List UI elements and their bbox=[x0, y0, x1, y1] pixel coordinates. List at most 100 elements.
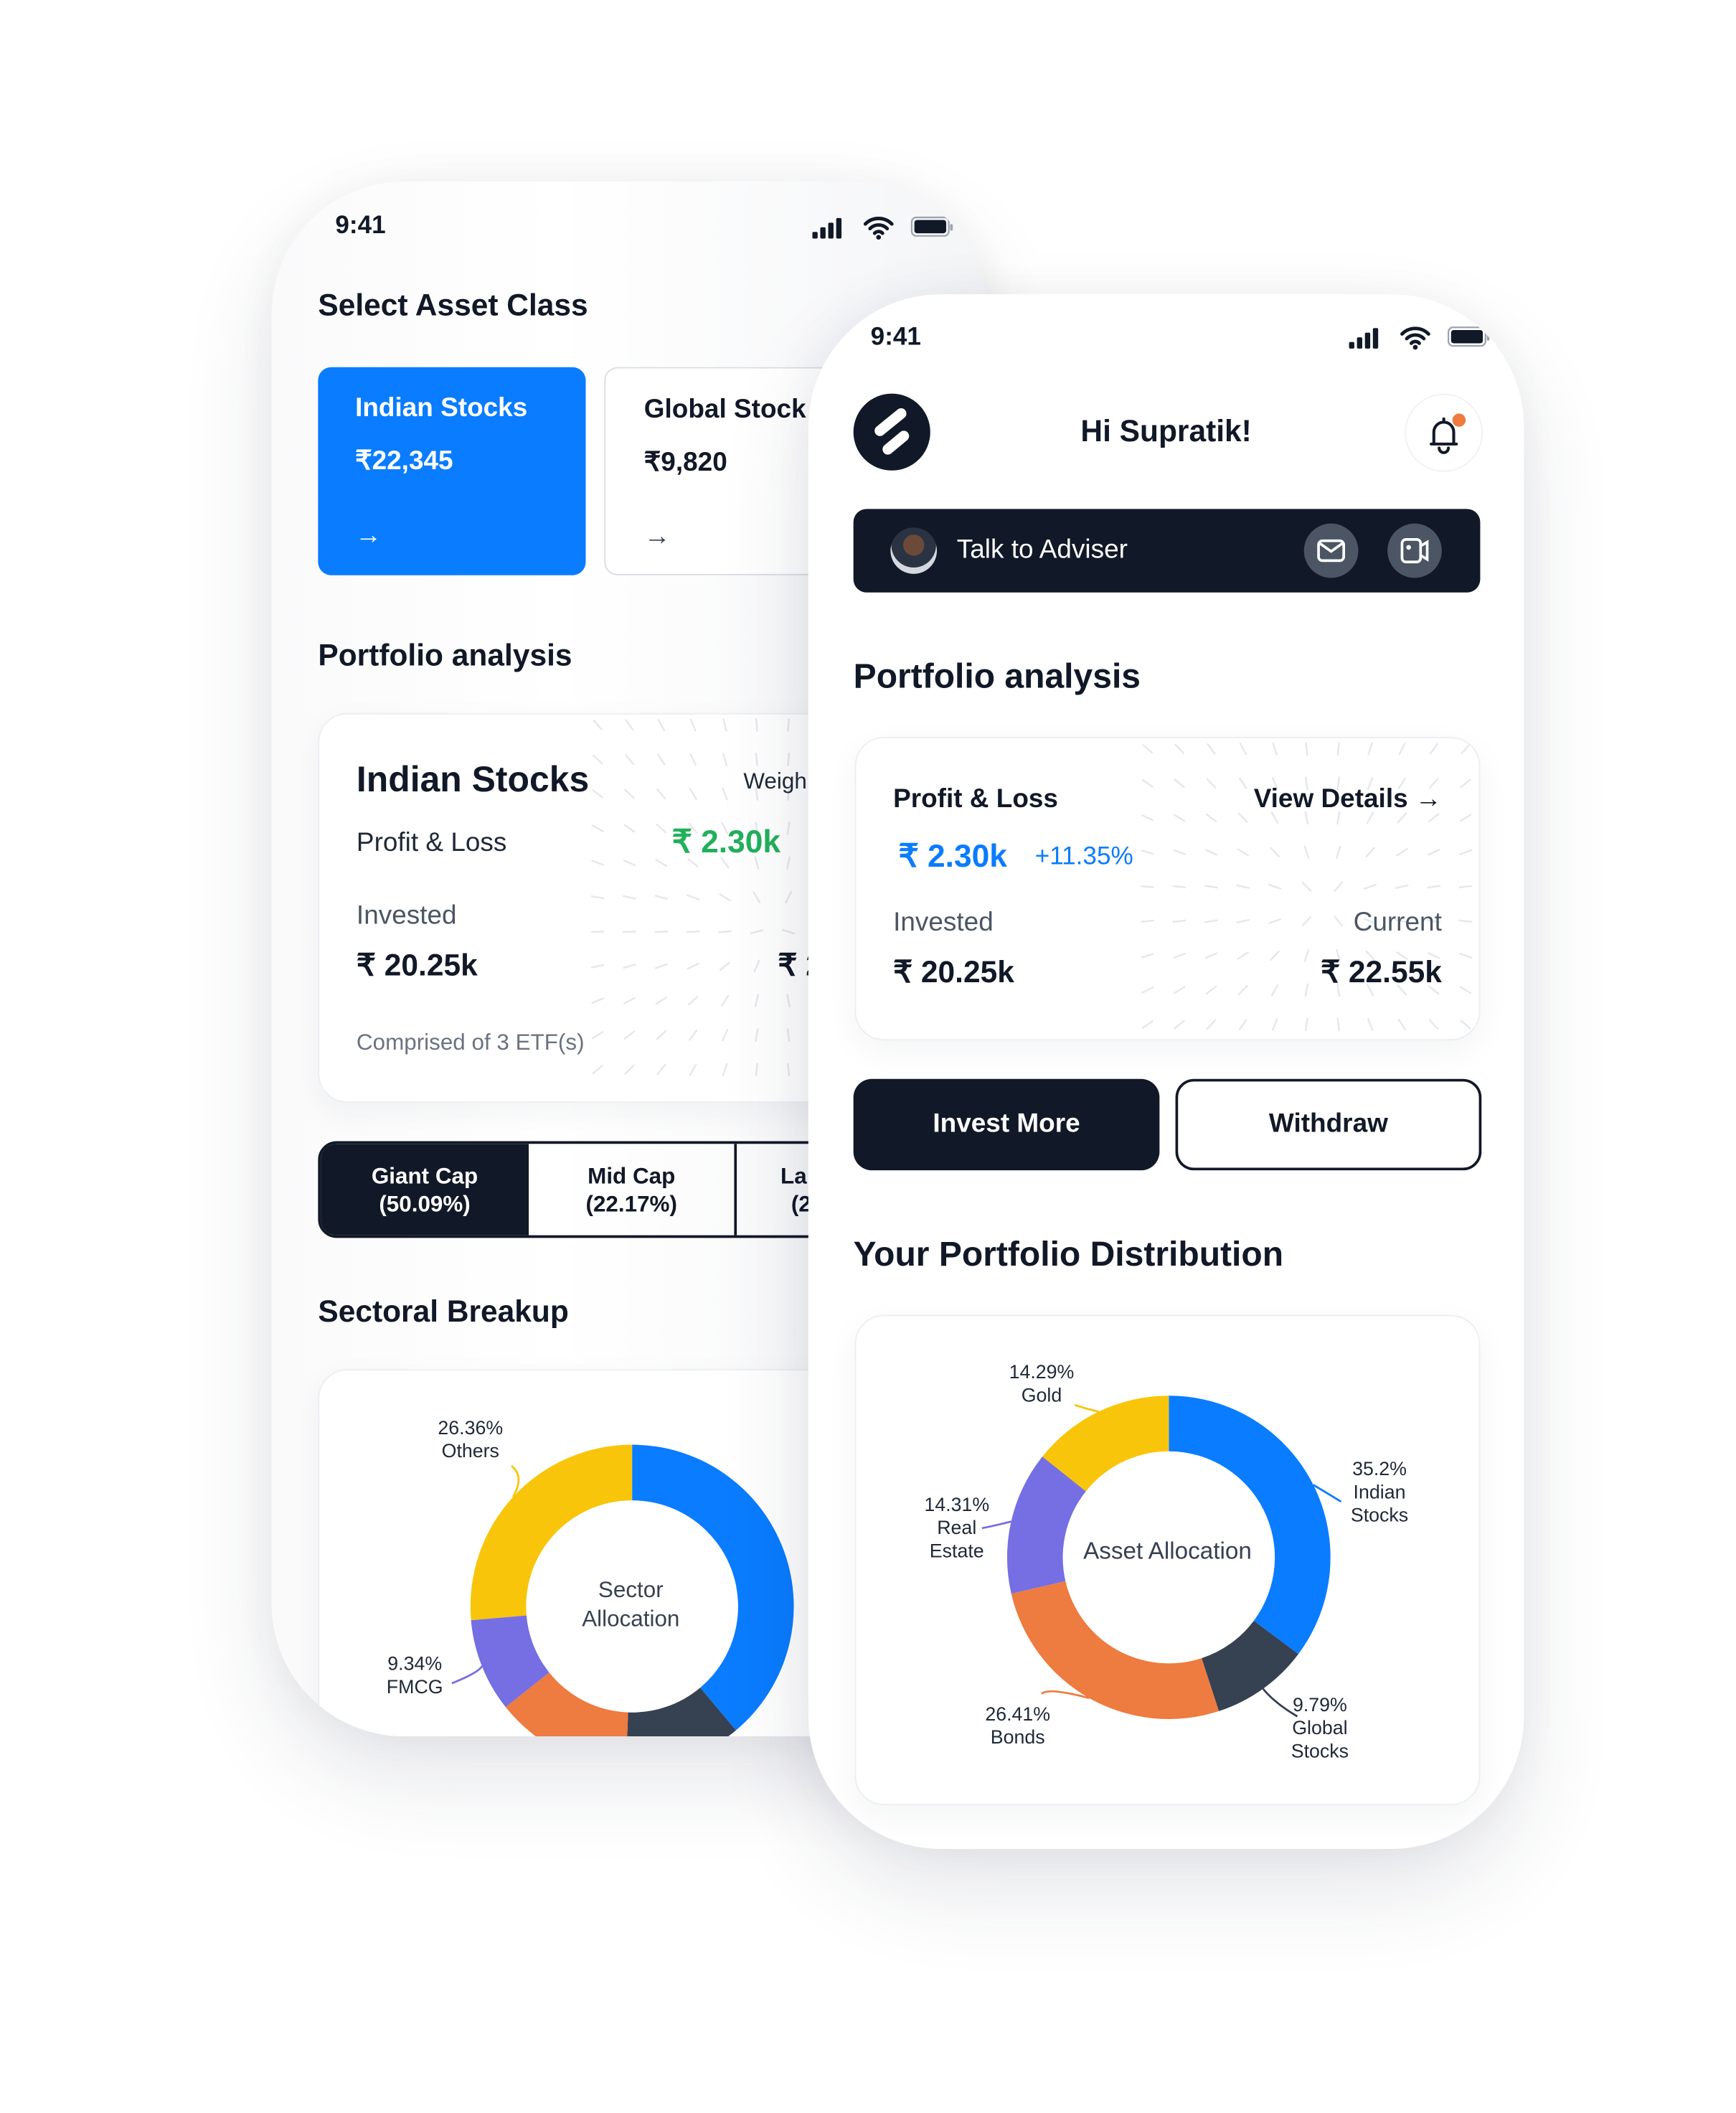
withdraw-button[interactable]: Withdraw bbox=[1176, 1079, 1482, 1170]
pattern-dash bbox=[1237, 885, 1250, 888]
signal-bar-icon bbox=[1365, 333, 1370, 349]
pattern-dash bbox=[1460, 987, 1471, 994]
pattern-dash bbox=[722, 1029, 728, 1041]
greeting: Hi Supratik! bbox=[941, 413, 1392, 449]
logo-icon bbox=[854, 394, 930, 471]
app-logo[interactable] bbox=[854, 394, 930, 471]
leader-line bbox=[982, 1522, 1011, 1528]
pattern-dash bbox=[1461, 779, 1471, 788]
pattern-dash bbox=[592, 998, 604, 1003]
pattern-dash bbox=[1206, 986, 1217, 994]
pattern-dash bbox=[1459, 850, 1471, 855]
pattern-dash bbox=[1204, 920, 1217, 922]
select-asset-class-title: Select Asset Class bbox=[318, 288, 588, 324]
pattern-dash bbox=[788, 1029, 789, 1042]
pattern-dash bbox=[788, 753, 789, 766]
pattern-dash bbox=[753, 892, 760, 903]
pattern-dash bbox=[689, 1030, 697, 1040]
pattern-dash bbox=[1268, 885, 1280, 889]
pattern-dash bbox=[1459, 921, 1472, 922]
pattern-dash bbox=[1430, 1020, 1438, 1030]
status-time: 9:41 bbox=[335, 212, 385, 242]
talk-to-adviser-bar[interactable]: Talk to Adviser bbox=[854, 509, 1481, 592]
pattern-dash bbox=[625, 789, 635, 799]
pattern-dash bbox=[1305, 846, 1309, 859]
pattern-dash bbox=[718, 931, 731, 933]
mail-icon bbox=[1304, 524, 1359, 578]
pattern-dash bbox=[1142, 780, 1153, 787]
pattern-dash bbox=[1205, 953, 1217, 959]
video-call-button[interactable] bbox=[1387, 524, 1442, 578]
pattern-dash bbox=[1207, 743, 1215, 754]
pattern-dash bbox=[657, 1065, 665, 1075]
current-value: ₹ 22.55k bbox=[1321, 954, 1442, 990]
view-details-link[interactable]: View Details → bbox=[1254, 785, 1442, 815]
pattern-dash bbox=[1428, 885, 1440, 888]
slice-value-label: 14.31% bbox=[924, 1494, 989, 1515]
pattern-dash bbox=[593, 1065, 603, 1074]
signal-bar-icon bbox=[1349, 342, 1354, 349]
pattern-dash bbox=[720, 962, 730, 970]
pattern-dash bbox=[1174, 814, 1185, 821]
asset-card-value: ₹22,345 bbox=[355, 444, 453, 477]
pattern-dash bbox=[1174, 779, 1184, 788]
invest-more-button[interactable]: Invest More bbox=[854, 1079, 1160, 1170]
tab-pct: (50.09%) bbox=[379, 1190, 470, 1218]
pattern-dash bbox=[655, 931, 668, 932]
tab-mid-cap[interactable]: Mid Cap (22.17%) bbox=[529, 1144, 737, 1235]
pattern-dash bbox=[1366, 847, 1374, 857]
tab-large-cap[interactable]: La (2 bbox=[737, 1144, 811, 1235]
pattern-dash bbox=[591, 965, 604, 968]
video-icon bbox=[1387, 524, 1442, 578]
slice-value-label: 9.34% bbox=[387, 1653, 442, 1675]
pattern-dash bbox=[1240, 778, 1247, 789]
email-button[interactable] bbox=[1304, 524, 1359, 578]
asset-chart-center-label: Asset Allocation bbox=[1035, 1538, 1300, 1566]
leader-line bbox=[452, 1666, 482, 1683]
pattern-dash bbox=[592, 1032, 603, 1039]
adviser-avatar bbox=[890, 527, 937, 574]
asset-card-name: Global Stock bbox=[644, 395, 806, 425]
stage: 9:41 Select Asset Class Indian Stocks ₹2… bbox=[0, 0, 1736, 2113]
pattern-dash bbox=[1459, 954, 1471, 958]
battery-icon bbox=[1448, 327, 1489, 346]
pattern-dash bbox=[786, 891, 791, 903]
pattern-dash bbox=[1460, 814, 1471, 822]
invested-label: Invested bbox=[357, 901, 457, 931]
pattern-dash bbox=[658, 754, 665, 765]
invested-label: Invested bbox=[893, 908, 994, 938]
tab-giant-cap[interactable]: Giant Cap (50.09%) bbox=[321, 1144, 529, 1235]
slice-name-label: Bonds bbox=[991, 1726, 1045, 1748]
profit-loss-card: Profit & Loss View Details → ₹ 2.30k +11… bbox=[855, 737, 1481, 1040]
pattern-dash bbox=[1364, 885, 1376, 889]
slice-value-label: 9.79% bbox=[1293, 1694, 1347, 1716]
pattern-dash bbox=[1428, 850, 1440, 855]
portfolio-analysis-title: Portfolio analysis bbox=[854, 656, 1141, 697]
pattern-dash bbox=[1273, 1018, 1278, 1030]
pl-percent: +11.35% bbox=[1035, 843, 1133, 872]
pattern-dash bbox=[687, 895, 699, 899]
slice-value-label: 14.29% bbox=[1009, 1361, 1075, 1383]
pattern-dash bbox=[782, 930, 795, 933]
pattern-dash bbox=[1173, 886, 1186, 888]
pattern-dash bbox=[656, 997, 666, 1004]
arrow-right-icon: → bbox=[355, 521, 382, 551]
pattern-dash bbox=[593, 755, 602, 764]
pattern-dash bbox=[1306, 984, 1308, 997]
pattern-dash bbox=[1237, 920, 1250, 923]
slice-name-label: Stocks bbox=[1291, 1741, 1349, 1762]
pattern-dash bbox=[1207, 1020, 1216, 1030]
pattern-dash bbox=[624, 824, 635, 832]
pattern-dash bbox=[1237, 849, 1249, 856]
asset-card-indian-stocks[interactable]: Indian Stocks ₹22,345 → bbox=[318, 367, 585, 575]
notification-button[interactable] bbox=[1405, 394, 1483, 472]
pattern-dash bbox=[1205, 850, 1217, 855]
pattern-dash bbox=[1270, 951, 1280, 960]
pattern-dash bbox=[756, 718, 758, 731]
center-line-2: Allocation bbox=[518, 1605, 743, 1634]
portfolio-analysis-title: Portfolio analysis bbox=[318, 638, 572, 674]
pattern-dash bbox=[657, 789, 666, 799]
pattern-dash bbox=[1141, 850, 1154, 854]
pattern-dash bbox=[755, 994, 758, 1007]
pattern-dash bbox=[1270, 847, 1280, 857]
